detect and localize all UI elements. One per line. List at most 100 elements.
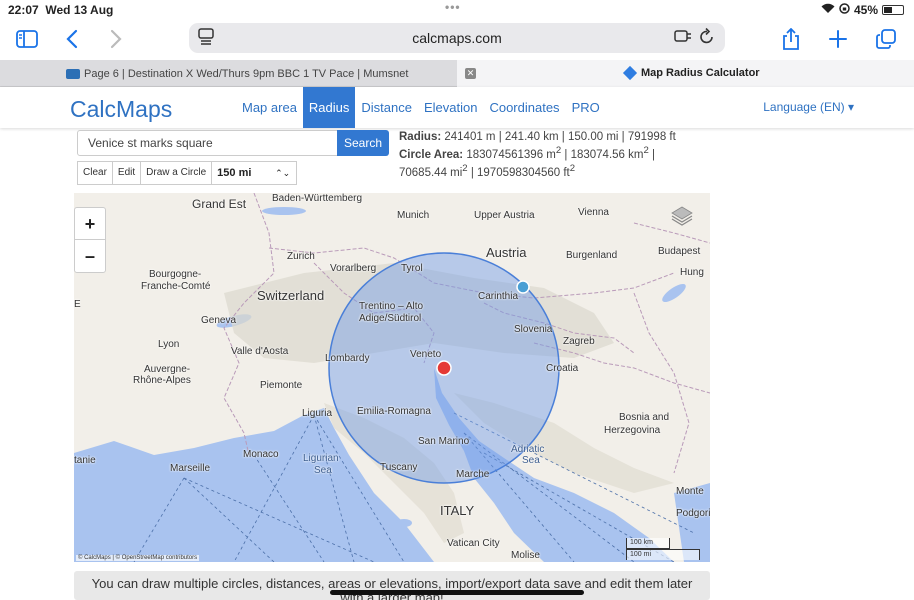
site-nav: CalcMaps Map area Radius Distance Elevat… <box>0 87 914 128</box>
calcmaps-favicon <box>622 65 638 81</box>
map-label: Adige/Südtirol <box>359 313 422 324</box>
map-label: Zurich <box>287 251 315 262</box>
battery-icon <box>882 5 904 15</box>
status-right: 45% <box>821 3 904 17</box>
edit-button[interactable]: Edit <box>111 161 142 185</box>
close-tab-icon[interactable]: ✕ <box>465 68 476 79</box>
tab-map-radius[interactable]: ✕ Map Radius Calculator <box>457 60 914 87</box>
map-label: Veneto <box>410 349 442 360</box>
map-label: Carinthia <box>478 291 519 302</box>
status-time: 22:07 Wed 13 Aug <box>8 3 114 17</box>
circle-edge-marker[interactable] <box>516 280 530 294</box>
tab-mumsnet[interactable]: Page 6 | Destination X Wed/Thurs 9pm BBC… <box>0 60 457 87</box>
map-scale: 100 km 100 mi <box>626 538 702 560</box>
search-input[interactable] <box>77 130 339 156</box>
extension-icon[interactable] <box>674 28 692 48</box>
map-label: Adriatic <box>511 444 545 455</box>
tab-label: Page 6 | Destination X Wed/Thurs 9pm BBC… <box>84 67 409 80</box>
tab-bar: Page 6 | Destination X Wed/Thurs 9pm BBC… <box>0 60 914 87</box>
info-banner: You can draw multiple circles, distances… <box>74 571 710 600</box>
map-label: Auvergne- <box>144 364 191 375</box>
url-bar[interactable]: calcmaps.com <box>189 23 725 53</box>
map-label: Piemonte <box>260 380 303 391</box>
reload-icon[interactable] <box>699 27 715 50</box>
menu-map-area[interactable]: Map area <box>236 87 303 128</box>
map-label: Sea <box>522 455 540 466</box>
map-label: Franche-Comté <box>141 281 211 292</box>
tab-label: Map Radius Calculator <box>622 65 760 81</box>
map-label: Podgori <box>676 508 710 519</box>
map-label: Rhône-Alpes <box>133 375 191 386</box>
map-label: Marseille <box>170 463 211 474</box>
forward-icon[interactable] <box>110 26 122 52</box>
map-label: Budapest <box>658 246 701 257</box>
menu-elevation[interactable]: Elevation <box>418 87 483 128</box>
map-label: Munich <box>397 210 430 221</box>
map-label: Emilia-Romagna <box>357 406 431 417</box>
mumsnet-favicon <box>66 68 80 79</box>
radius-info: Radius: 241401 m | 241.40 km | 150.00 mi… <box>399 130 699 180</box>
share-icon[interactable] <box>782 26 800 52</box>
banner-line-1: You can draw multiple circles, distances… <box>91 576 693 591</box>
map-label: Upper Austria <box>474 210 535 221</box>
map-label: Tyrol <box>401 263 423 274</box>
map-view[interactable]: Grand Est Baden-Württemberg Munich Upper… <box>74 193 710 562</box>
map-label: Burgenland <box>566 250 618 261</box>
map-label: Switzerland <box>257 288 325 303</box>
map-label: San Marino <box>418 436 470 447</box>
battery-percent: 45% <box>853 3 878 17</box>
new-tab-icon[interactable] <box>829 26 847 52</box>
site-logo[interactable]: CalcMaps <box>70 96 172 123</box>
map-label: Slovenia <box>514 324 553 335</box>
zoom-out-button[interactable]: – <box>75 240 105 272</box>
map-label: Trentino – Alto <box>359 301 424 312</box>
menu-distance[interactable]: Distance <box>355 87 418 128</box>
sidebar-icon[interactable] <box>16 26 38 52</box>
map-label: Monte <box>676 486 704 497</box>
map-label: Herzegovina <box>604 425 661 436</box>
home-indicator[interactable] <box>330 590 584 595</box>
map-label: Hung <box>680 267 704 278</box>
map-label: Grand Est <box>192 197 247 211</box>
radius-line: Radius: 241401 m | 241.40 km | 150.00 mi… <box>399 131 676 143</box>
status-bar: 22:07 Wed 13 Aug ••• 45% <box>0 0 914 20</box>
zoom-control: + – <box>74 207 106 273</box>
main-menu: Map area Radius Distance Elevation Coord… <box>236 87 606 128</box>
map-label: ITALY <box>440 503 475 518</box>
scale-km: 100 km <box>626 538 670 549</box>
menu-pro[interactable]: PRO <box>566 87 606 128</box>
clear-button[interactable]: Clear <box>77 161 113 185</box>
map-label: Sea <box>314 465 332 476</box>
map-label: Lyon <box>158 339 180 350</box>
map-label: Lombardy <box>325 353 370 364</box>
area-line: Circle Area: 183074561396 m2 | 183074.56… <box>399 145 655 179</box>
map-label: Baden-Württemberg <box>272 193 363 204</box>
search-row: Search <box>77 130 389 156</box>
back-icon[interactable] <box>66 26 78 52</box>
draw-circle-button[interactable]: Draw a Circle <box>140 161 213 185</box>
select-arrows-icon: ⌃⌄ <box>275 168 291 178</box>
menu-coordinates[interactable]: Coordinates <box>483 87 565 128</box>
search-button[interactable]: Search <box>337 130 389 156</box>
map-label: Molise <box>511 550 540 561</box>
map-label: Austria <box>486 245 527 260</box>
map-label: Geneva <box>201 315 237 326</box>
map-attribution[interactable]: © CalcMaps | © OpenStreetMap contributor… <box>76 555 200 561</box>
map-label: Vorarlberg <box>330 263 377 274</box>
multitask-dots[interactable]: ••• <box>445 0 461 14</box>
menu-radius[interactable]: Radius <box>302 87 356 128</box>
orientation-lock-icon <box>839 3 850 17</box>
map-label: Liguria <box>302 408 333 419</box>
tabs-overview-icon[interactable] <box>876 26 896 52</box>
url-text: calcmaps.com <box>412 30 502 46</box>
radius-unit-select[interactable]: 150 mi ⌃⌄ <box>211 161 298 185</box>
map-label: Valle d'Aosta <box>231 346 289 357</box>
map-label: Vatican City <box>447 538 500 549</box>
layers-icon[interactable] <box>670 205 700 235</box>
circle-center-marker[interactable] <box>436 360 452 376</box>
language-dropdown[interactable]: Language (EN) ▾ <box>763 100 854 114</box>
zoom-in-button[interactable]: + <box>75 208 105 240</box>
map-label: Bosnia and <box>619 412 670 423</box>
map-label: tanie <box>74 455 96 466</box>
map-label: Zagreb <box>563 336 595 347</box>
